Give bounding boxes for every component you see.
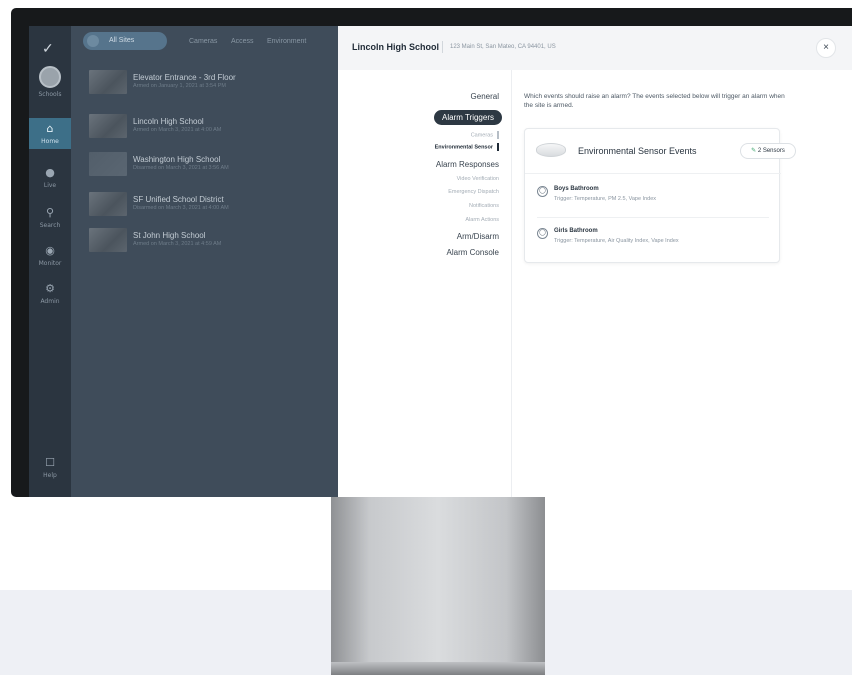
event-title: Girls Bathroom xyxy=(554,228,598,234)
thumbnail xyxy=(89,192,127,216)
nav-label: Admin xyxy=(40,298,60,305)
close-button[interactable]: × xyxy=(816,38,836,58)
list-item-status: Armed on January 1, 2021 at 3:54 PM xyxy=(133,83,226,89)
drawer-body: General Alarm Triggers Cameras Environme… xyxy=(338,70,852,497)
thumbnail xyxy=(89,152,127,176)
search-icon: ⚲ xyxy=(45,206,55,219)
list-item[interactable]: Washington High School Disarmed on March… xyxy=(89,152,329,176)
card-title: Environmental Sensor Events xyxy=(578,146,697,156)
monitor-stand xyxy=(331,497,545,669)
settings-subnav: General Alarm Triggers Cameras Environme… xyxy=(338,70,512,497)
sensor-device-icon xyxy=(536,143,566,157)
list-item-title: Washington High School xyxy=(133,155,221,164)
nav-item-home[interactable]: ⌂ Home xyxy=(29,118,71,149)
subnav-general[interactable]: General xyxy=(471,92,499,101)
close-icon: × xyxy=(823,42,829,53)
list-item[interactable]: Elevator Entrance - 3rd Floor Armed on J… xyxy=(89,70,329,94)
home-icon: ⌂ xyxy=(46,122,54,135)
event-title: Boys Bathroom xyxy=(554,186,599,192)
page-title: Lincoln High School xyxy=(352,42,439,52)
list-item-status: Disarmed on March 3, 2021 at 3:56 AM xyxy=(133,165,229,171)
tab-cameras[interactable]: Cameras xyxy=(189,38,217,45)
event-trigger: Trigger: Temperature, Air Quality Index,… xyxy=(554,238,679,244)
monitor: ✓ Schools ⌂ Home ● Live ⚲ Search ◉ Monit… xyxy=(11,8,852,497)
sensor-icon: ◯ xyxy=(537,186,548,197)
list-item-title: Elevator Entrance - 3rd Floor xyxy=(133,73,236,82)
site-list-panel: All Sites Cameras Access Environment Ele… xyxy=(71,26,338,497)
sensor-event-row[interactable]: ◯ Girls Bathroom Trigger: Temperature, A… xyxy=(537,227,777,251)
environmental-sensor-card: Environmental Sensor Events ✎ 2 Sensors … xyxy=(524,128,796,263)
list-item[interactable]: SF Unified School District Disarmed on M… xyxy=(89,192,329,216)
tab-environment[interactable]: Environment xyxy=(267,38,306,45)
subnav-arm-disarm[interactable]: Arm/Disarm xyxy=(457,232,499,241)
divider xyxy=(525,173,781,174)
pencil-icon: ✎ xyxy=(751,148,757,154)
nav-item-schools[interactable]: Schools xyxy=(29,66,71,98)
site-address: 123 Main St, San Mateo, CA 94401, US xyxy=(450,44,556,50)
gear-icon: ⚙ xyxy=(45,282,55,295)
subnav-alarm-triggers[interactable]: Alarm Triggers xyxy=(433,110,502,125)
subnav-emergency-dispatch[interactable]: Emergency Dispatch xyxy=(448,189,499,195)
event-trigger: Trigger: Temperature, PM 2.5, Vape Index xyxy=(554,196,657,202)
list-item-status: Disarmed on March 3, 2021 at 4:00 AM xyxy=(133,205,229,211)
eye-icon: ◉ xyxy=(45,244,55,257)
divider xyxy=(537,217,769,218)
nav-label: Home xyxy=(41,138,59,145)
nav-item-monitor[interactable]: ◉ Monitor xyxy=(29,244,71,267)
intro-text: Which events should raise an alarm? The … xyxy=(524,93,785,109)
nav-label: Live xyxy=(43,182,57,189)
nav-rail: ✓ Schools ⌂ Home ● Live ⚲ Search ◉ Monit… xyxy=(29,26,71,497)
subnav-alarm-console[interactable]: Alarm Console xyxy=(447,248,499,257)
list-item-title: St John High School xyxy=(133,231,206,240)
screen: ✓ Schools ⌂ Home ● Live ⚲ Search ◉ Monit… xyxy=(29,26,852,497)
subnav-environmental-sensor[interactable]: Environmental Sensor xyxy=(435,143,499,151)
alarm-triggers-content: Which events should raise an alarm? The … xyxy=(524,70,844,497)
list-item[interactable]: St John High School Armed on March 3, 20… xyxy=(89,228,329,252)
sensor-icon: ◯ xyxy=(537,228,548,239)
pin-icon: ● xyxy=(45,166,55,179)
nav-label: Search xyxy=(39,222,61,229)
list-item[interactable]: Lincoln High School Armed on March 3, 20… xyxy=(89,114,329,138)
site-settings-drawer: Lincoln High School 123 Main St, San Mat… xyxy=(338,26,852,497)
nav-item-live[interactable]: ● Live xyxy=(29,166,71,189)
subnav-cameras[interactable]: Cameras xyxy=(471,131,499,139)
tab-access[interactable]: Access xyxy=(231,38,254,45)
list-item-status: Armed on March 3, 2021 at 4:00 AM xyxy=(133,127,222,133)
avatar xyxy=(39,66,61,88)
thumbnail xyxy=(89,114,127,138)
list-icon xyxy=(87,35,99,47)
subnav-alarm-actions[interactable]: Alarm Actions xyxy=(465,217,499,223)
monitor-stand-base xyxy=(331,662,545,675)
tab-label: All Sites xyxy=(109,37,135,44)
subnav-video-verification[interactable]: Video Verification xyxy=(457,176,499,182)
thumbnail xyxy=(89,70,127,94)
nav-item-admin[interactable]: ⚙ Admin xyxy=(29,282,71,305)
chat-icon: ☐ xyxy=(45,456,55,469)
subnav-notifications[interactable]: Notifications xyxy=(469,203,499,209)
nav-item-help[interactable]: ☐ Help xyxy=(29,456,71,479)
thumbnail xyxy=(89,228,127,252)
button-label: 2 Sensors xyxy=(757,148,785,154)
tab-all-sites[interactable]: All Sites xyxy=(83,32,167,50)
logo-icon: ✓ xyxy=(42,40,54,56)
edit-sensors-button[interactable]: ✎ 2 Sensors xyxy=(740,143,796,159)
nav-label: Help xyxy=(43,472,57,479)
subnav-alarm-responses[interactable]: Alarm Responses xyxy=(436,160,499,169)
list-item-status: Armed on March 3, 2021 at 4:59 AM xyxy=(133,241,222,247)
nav-label: Schools xyxy=(38,91,62,98)
filter-tabs: All Sites Cameras Access Environment xyxy=(71,26,338,56)
drawer-header: Lincoln High School 123 Main St, San Mat… xyxy=(338,26,852,70)
divider xyxy=(442,41,443,53)
nav-item-search[interactable]: ⚲ Search xyxy=(29,206,71,229)
list-item-title: Lincoln High School xyxy=(133,117,204,126)
sensor-event-row[interactable]: ◯ Boys Bathroom Trigger: Temperature, PM… xyxy=(537,185,777,209)
nav-label: Monitor xyxy=(38,260,62,267)
list-item-title: SF Unified School District xyxy=(133,195,224,204)
